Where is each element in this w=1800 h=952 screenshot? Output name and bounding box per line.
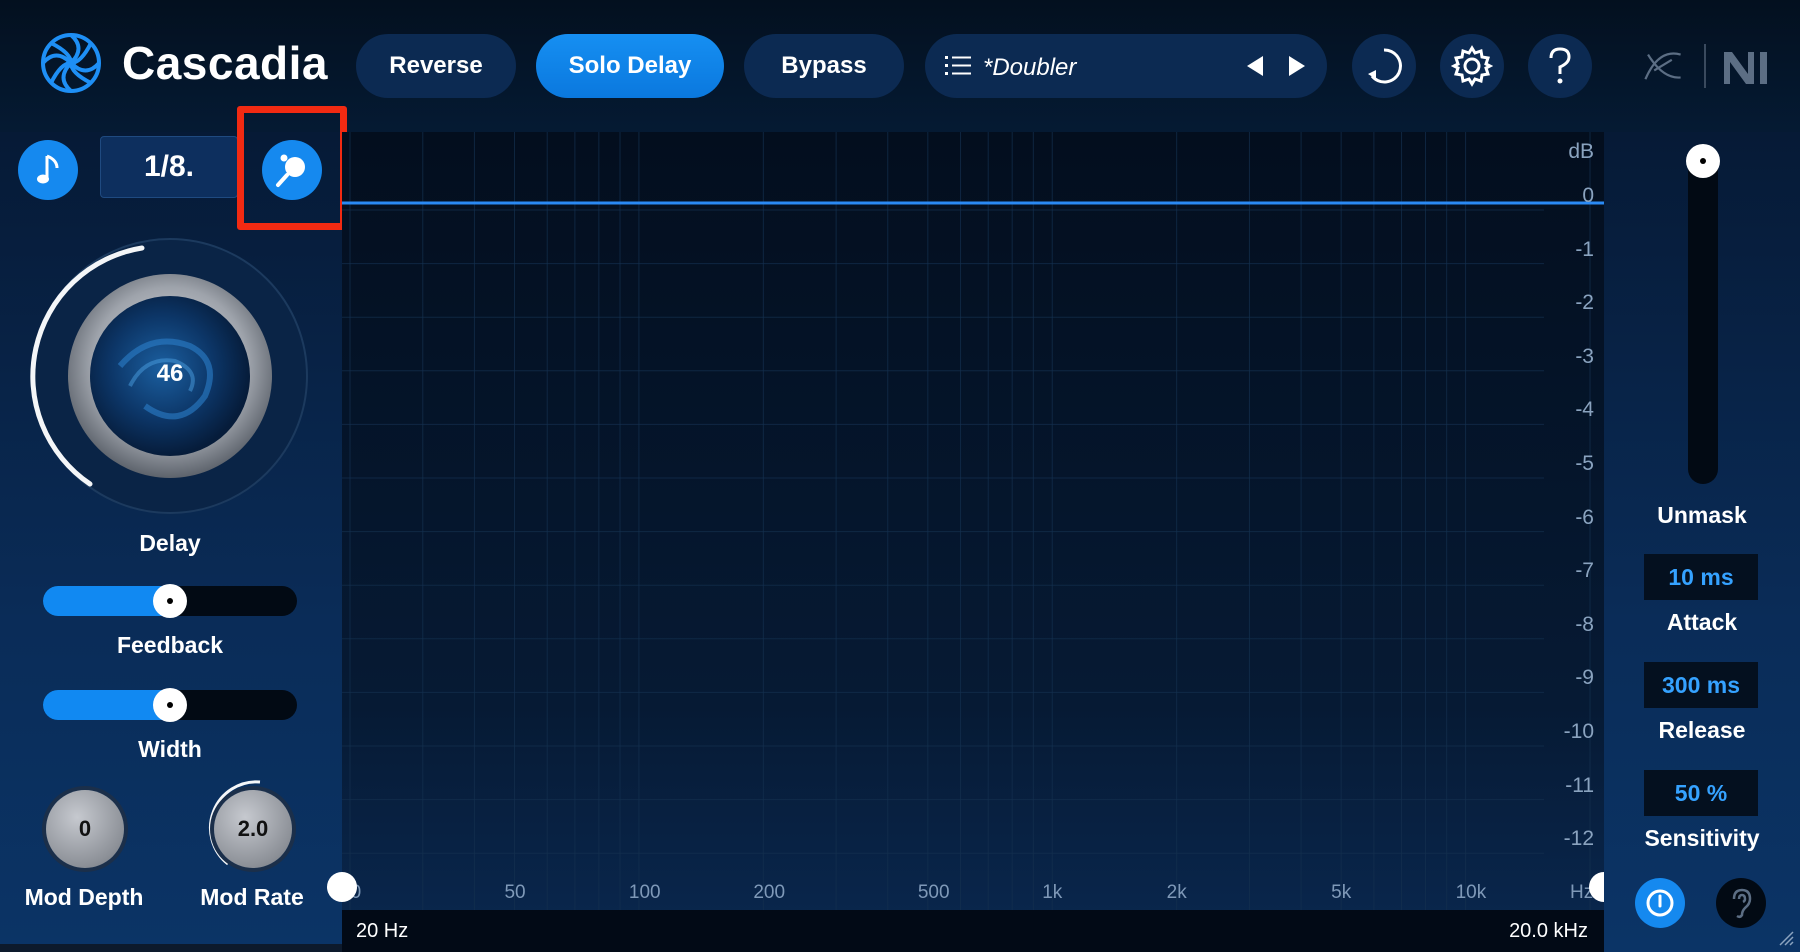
previous-preset-icon[interactable] xyxy=(1245,54,1265,78)
db-tick-label: -2 xyxy=(1575,291,1594,315)
delay-value: 46 xyxy=(156,360,184,387)
power-button[interactable] xyxy=(1635,878,1685,928)
width-slider[interactable] xyxy=(43,688,297,722)
db-unit-label: dB xyxy=(1568,140,1594,163)
attack-value[interactable]: 10 ms xyxy=(1644,554,1758,600)
ni-brand-icon xyxy=(1724,52,1767,84)
hz-tick-label: 100 xyxy=(628,882,661,903)
feedback-label: Feedback xyxy=(116,632,224,658)
history-button[interactable] xyxy=(1352,34,1416,98)
preset-name: *Doubler xyxy=(983,54,1077,81)
width-slider-thumb[interactable] xyxy=(153,688,187,722)
bottom-strip xyxy=(0,944,342,952)
hz-tick-label: 50 xyxy=(504,882,526,903)
bypass-button[interactable]: Bypass xyxy=(744,34,904,98)
note-division-display[interactable]: 1/8. xyxy=(100,136,238,198)
preset-selector[interactable]: *Doubler xyxy=(925,34,1327,98)
db-tick-label: -5 xyxy=(1575,452,1594,475)
db-tick-label: -7 xyxy=(1575,559,1594,583)
unmask-slider[interactable] xyxy=(1686,144,1720,484)
izotope-brand-icon xyxy=(1644,52,1681,80)
settings-button[interactable] xyxy=(1440,34,1504,98)
db-tick-label: 0 xyxy=(1582,184,1594,207)
db-tick-label: -11 xyxy=(1565,773,1594,797)
next-preset-icon[interactable] xyxy=(1287,54,1307,78)
db-tick-label: -3 xyxy=(1575,344,1594,368)
mod-depth-label: Mod Depth xyxy=(24,884,144,910)
hz-tick-label: 1k xyxy=(1042,882,1063,903)
db-tick-label: -4 xyxy=(1575,398,1594,422)
list-icon[interactable] xyxy=(945,54,971,78)
highlight-box xyxy=(237,106,347,230)
db-tick-label: -10 xyxy=(1563,720,1594,743)
hz-tick-label: 10k xyxy=(1455,882,1487,903)
gear-icon xyxy=(1451,45,1493,87)
release-label: Release xyxy=(1658,717,1746,743)
unmask-label: Unmask xyxy=(1657,502,1747,528)
hz-tick-label: 2k xyxy=(1166,882,1187,903)
width-label: Width xyxy=(138,736,202,762)
frequency-max: 20.0 kHz xyxy=(1509,920,1588,942)
mod-rate-knob[interactable]: 2.0 xyxy=(214,790,292,868)
sensitivity-label: Sensitivity xyxy=(1644,825,1760,851)
db-tick-label: -6 xyxy=(1575,505,1594,529)
hz-tick-label: 500 xyxy=(917,882,950,903)
attack-label: Attack xyxy=(1666,609,1738,635)
mod-depth-knob[interactable]: 0 xyxy=(46,790,124,868)
delay-label: Delay xyxy=(139,530,201,556)
db-tick-label: -12 xyxy=(1563,827,1594,851)
spiral-logo-icon xyxy=(41,33,101,93)
release-value[interactable]: 300 ms xyxy=(1644,662,1758,708)
hz-tick-label: 200 xyxy=(753,882,786,903)
feedback-slider-thumb[interactable] xyxy=(153,584,187,618)
width-slider-fill xyxy=(43,690,170,720)
frequency-min: 20 Hz xyxy=(356,920,409,942)
low-cut-handle[interactable] xyxy=(327,872,357,902)
unmask-slider-thumb[interactable] xyxy=(1686,144,1720,178)
ear-icon xyxy=(1732,888,1752,919)
help-button[interactable] xyxy=(1528,34,1592,98)
spectrum-graph[interactable]: dB0-1-2-3-4-5-6-7-8-9-10-11-12 205010020… xyxy=(327,132,1619,952)
right-panel: Unmask 10 ms Attack 300 ms Release 50 % … xyxy=(1604,132,1800,952)
frequency-range-bar: 20 Hz 20.0 kHz xyxy=(342,910,1604,952)
history-loop-icon xyxy=(1368,48,1402,84)
feedback-slider[interactable] xyxy=(43,584,297,618)
reverse-button[interactable]: Reverse xyxy=(356,34,516,98)
music-note-icon xyxy=(37,154,59,184)
sensitivity-value[interactable]: 50 % xyxy=(1644,770,1758,816)
graph-grid xyxy=(342,132,1604,910)
mod-rate-label: Mod Rate xyxy=(200,884,304,910)
power-icon xyxy=(1646,889,1674,917)
solo-delay-button[interactable]: Solo Delay xyxy=(536,34,724,98)
listen-button[interactable] xyxy=(1716,878,1766,928)
db-tick-label: -1 xyxy=(1575,237,1594,261)
app-title: Cascadia xyxy=(122,37,329,89)
db-tick-label: -9 xyxy=(1575,666,1594,690)
question-icon xyxy=(1549,47,1571,84)
feedback-slider-fill xyxy=(43,586,170,616)
brand-divider xyxy=(1704,44,1706,88)
resize-grip-icon[interactable] xyxy=(1778,930,1794,946)
tempo-sync-button[interactable] xyxy=(18,140,78,200)
db-tick-label: -8 xyxy=(1575,612,1594,636)
hz-tick-label: 5k xyxy=(1331,882,1352,903)
